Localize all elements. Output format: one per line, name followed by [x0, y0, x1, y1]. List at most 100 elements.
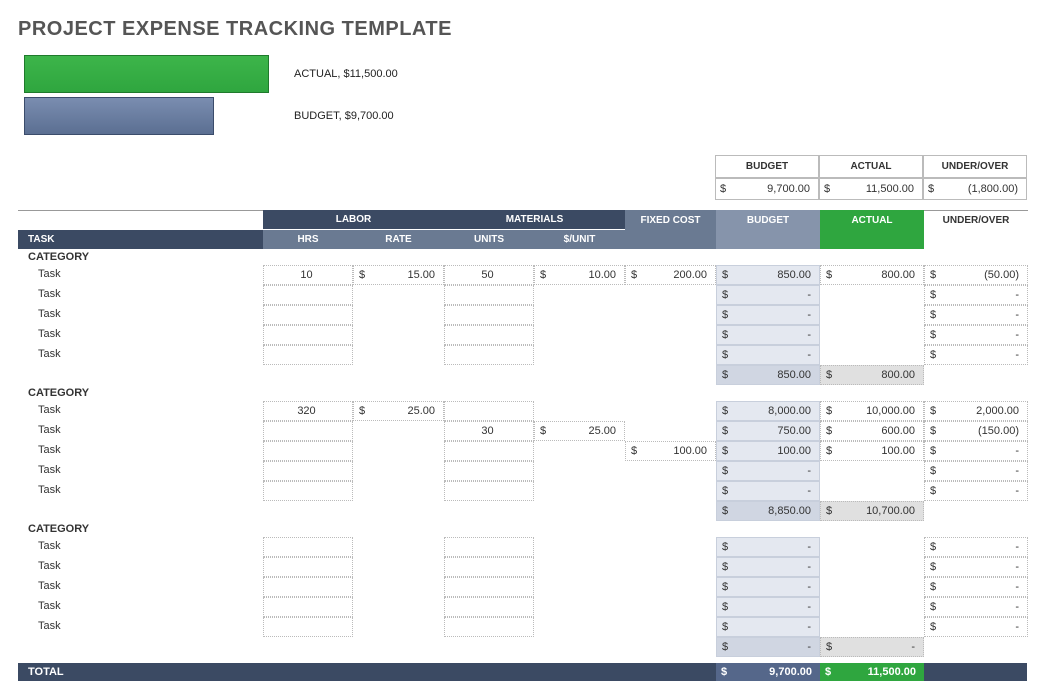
budget-cell[interactable]: $100.00	[716, 441, 820, 461]
hrs-cell[interactable]	[263, 537, 353, 557]
budget-cell[interactable]: $-	[716, 537, 820, 557]
header-labor: LABOR	[263, 210, 444, 229]
hrs-cell[interactable]	[263, 597, 353, 617]
total-actual: $11,500.00	[820, 663, 924, 681]
units-cell[interactable]	[444, 305, 534, 325]
under-over-cell[interactable]: $-	[924, 441, 1028, 461]
hrs-cell[interactable]	[263, 617, 353, 637]
units-cell[interactable]	[444, 597, 534, 617]
per-unit-cell[interactable]: $10.00	[534, 265, 625, 285]
actual-cell[interactable]: $600.00	[820, 421, 924, 441]
hrs-cell[interactable]	[263, 441, 353, 461]
units-cell[interactable]	[444, 285, 534, 305]
actual-cell	[820, 305, 924, 325]
hrs-cell[interactable]	[263, 577, 353, 597]
hrs-cell[interactable]: 10	[263, 265, 353, 285]
fixed-cell	[625, 421, 716, 441]
hrs-cell[interactable]	[263, 481, 353, 501]
under-over-cell[interactable]: $-	[924, 617, 1028, 637]
hrs-cell[interactable]	[263, 305, 353, 325]
header-budget-sub	[716, 230, 820, 249]
category-header: CATEGORY	[18, 385, 1027, 401]
per-unit-cell	[534, 557, 625, 577]
budget-cell[interactable]: $850.00	[716, 265, 820, 285]
under-over-cell[interactable]: $-	[924, 577, 1028, 597]
budget-cell[interactable]: $750.00	[716, 421, 820, 441]
units-cell[interactable]: 50	[444, 265, 534, 285]
under-over-cell[interactable]: $-	[924, 461, 1028, 481]
fixed-cell[interactable]: $200.00	[625, 265, 716, 285]
units-cell[interactable]	[444, 325, 534, 345]
units-cell[interactable]	[444, 401, 534, 421]
actual-cell	[820, 345, 924, 365]
task-name: Task	[18, 617, 263, 637]
table-row: Task10$15.0050$10.00$200.00$850.00$800.0…	[18, 265, 1027, 285]
under-over-cell[interactable]: $-	[924, 557, 1028, 577]
budget-cell[interactable]: $-	[716, 345, 820, 365]
under-over-cell[interactable]: $-	[924, 597, 1028, 617]
rate-cell	[353, 441, 444, 461]
units-cell[interactable]	[444, 617, 534, 637]
units-cell[interactable]	[444, 557, 534, 577]
hrs-cell[interactable]	[263, 325, 353, 345]
units-cell[interactable]	[444, 461, 534, 481]
under-over-cell[interactable]: $-	[924, 481, 1028, 501]
budget-cell[interactable]: $-	[716, 597, 820, 617]
budget-cell[interactable]: $-	[716, 325, 820, 345]
actual-cell[interactable]: $800.00	[820, 265, 924, 285]
budget-cell[interactable]: $-	[716, 577, 820, 597]
budget-cell[interactable]: $8,000.00	[716, 401, 820, 421]
hrs-cell[interactable]: 320	[263, 401, 353, 421]
under-over-cell[interactable]: $-	[924, 285, 1028, 305]
category-header: CATEGORY	[18, 249, 1027, 265]
per-unit-cell[interactable]: $25.00	[534, 421, 625, 441]
task-name: Task	[18, 421, 263, 441]
under-over-cell[interactable]: $-	[924, 325, 1028, 345]
rate-cell	[353, 421, 444, 441]
fixed-cell[interactable]: $100.00	[625, 441, 716, 461]
under-over-cell[interactable]: $-	[924, 537, 1028, 557]
budget-cell[interactable]: $-	[716, 557, 820, 577]
hrs-cell[interactable]	[263, 345, 353, 365]
units-cell[interactable]	[444, 537, 534, 557]
under-over-cell[interactable]: $-	[924, 345, 1028, 365]
budget-cell[interactable]: $-	[716, 305, 820, 325]
hrs-cell[interactable]	[263, 285, 353, 305]
actual-bar	[24, 55, 269, 93]
under-over-cell[interactable]: $-	[924, 305, 1028, 325]
budget-cell[interactable]: $-	[716, 481, 820, 501]
budget-cell[interactable]: $-	[716, 285, 820, 305]
summary-uo-header: UNDER/OVER	[923, 155, 1027, 178]
rate-cell	[353, 537, 444, 557]
actual-cell[interactable]: $10,000.00	[820, 401, 924, 421]
under-over-cell[interactable]: $2,000.00	[924, 401, 1028, 421]
hrs-cell[interactable]	[263, 461, 353, 481]
task-name: Task	[18, 345, 263, 365]
units-cell[interactable]	[444, 577, 534, 597]
units-cell[interactable]	[444, 481, 534, 501]
per-unit-cell	[534, 305, 625, 325]
rate-cell[interactable]: $25.00	[353, 401, 444, 421]
units-cell[interactable]	[444, 441, 534, 461]
units-cell[interactable]: 30	[444, 421, 534, 441]
under-over-cell[interactable]: $(150.00)	[924, 421, 1028, 441]
per-unit-cell	[534, 481, 625, 501]
actual-cell[interactable]: $100.00	[820, 441, 924, 461]
table-row: Task320$25.00 $8,000.00$10,000.00$2,000.0…	[18, 401, 1027, 421]
subtotal-budget: $8,850.00	[716, 501, 820, 521]
per-unit-cell	[534, 285, 625, 305]
budget-cell[interactable]: $-	[716, 617, 820, 637]
units-cell[interactable]	[444, 345, 534, 365]
hrs-cell[interactable]	[263, 557, 353, 577]
total-label: TOTAL	[18, 663, 263, 681]
budget-cell[interactable]: $-	[716, 461, 820, 481]
rate-cell[interactable]: $15.00	[353, 265, 444, 285]
hrs-cell[interactable]	[263, 421, 353, 441]
task-name: Task	[18, 441, 263, 461]
header-uo: UNDER/OVER	[924, 210, 1028, 230]
task-name: Task	[18, 401, 263, 421]
under-over-cell[interactable]: $(50.00)	[924, 265, 1028, 285]
rate-cell	[353, 597, 444, 617]
fixed-cell	[625, 285, 716, 305]
table-row: Task$-$-	[18, 597, 1027, 617]
